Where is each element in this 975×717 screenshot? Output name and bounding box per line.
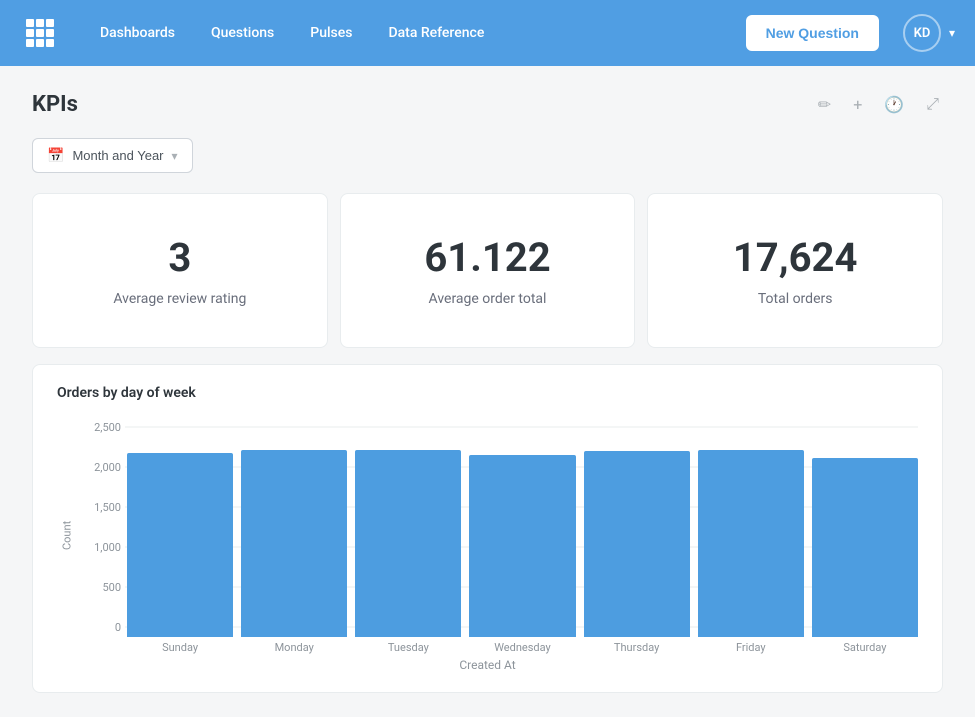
nav-data-reference[interactable]: Data Reference bbox=[372, 17, 500, 49]
logo[interactable] bbox=[20, 13, 60, 53]
kpi-card-order-total: 61.122 Average order total bbox=[340, 193, 636, 348]
user-menu-chevron[interactable]: ▾ bbox=[949, 26, 955, 40]
user-avatar[interactable]: KD bbox=[903, 14, 941, 52]
add-icon[interactable]: + bbox=[849, 91, 866, 118]
bar-sunday[interactable] bbox=[127, 453, 233, 637]
new-question-button[interactable]: New Question bbox=[746, 15, 879, 51]
bar-friday[interactable] bbox=[698, 450, 804, 637]
kpi-label-review: Average review rating bbox=[57, 291, 303, 307]
kpi-value-review: 3 bbox=[57, 234, 303, 281]
day-labels: Sunday Monday Tuesday Wednesday Thursday Frid… bbox=[85, 641, 918, 654]
filter-chevron-icon: ▾ bbox=[172, 149, 178, 163]
kpi-card-total-orders: 17,624 Total orders bbox=[647, 193, 943, 348]
nav-questions[interactable]: Questions bbox=[195, 17, 290, 49]
day-label-friday: Friday bbox=[698, 641, 804, 654]
bar-monday[interactable] bbox=[241, 450, 347, 637]
calendar-icon: 📅 bbox=[47, 147, 64, 164]
kpi-value-total-orders: 17,624 bbox=[672, 234, 918, 281]
bar-thursday[interactable] bbox=[584, 451, 690, 637]
bar-wednesday[interactable] bbox=[469, 455, 575, 637]
kpi-label-total-orders: Total orders bbox=[672, 291, 918, 307]
logo-grid bbox=[26, 19, 54, 47]
day-label-saturday: Saturday bbox=[812, 641, 918, 654]
nav-dashboards[interactable]: Dashboards bbox=[84, 17, 191, 49]
chart-title: Orders by day of week bbox=[57, 385, 918, 401]
nav-pulses[interactable]: Pulses bbox=[294, 17, 368, 49]
bar-tuesday[interactable] bbox=[355, 450, 461, 637]
day-label-monday: Monday bbox=[241, 641, 347, 654]
header-right: New Question KD ▾ bbox=[746, 14, 955, 52]
dashboard-title: KPIs bbox=[32, 92, 78, 117]
nav-links: Dashboards Questions Pulses Data Referen… bbox=[84, 17, 746, 49]
chart-card: Orders by day of week Count 2,50 bbox=[32, 364, 943, 693]
kpi-card-review: 3 Average review rating bbox=[32, 193, 328, 348]
kpi-value-order-total: 61.122 bbox=[365, 234, 611, 281]
month-year-filter[interactable]: 📅 Month and Year ▾ bbox=[32, 138, 193, 173]
day-label-wednesday: Wednesday bbox=[469, 641, 575, 654]
kpi-label-order-total: Average order total bbox=[365, 291, 611, 307]
day-label-sunday: Sunday bbox=[127, 641, 233, 654]
dashboard-actions: ✏ + 🕐 ⤢ bbox=[814, 90, 943, 118]
header: Dashboards Questions Pulses Data Referen… bbox=[0, 0, 975, 66]
edit-icon[interactable]: ✏ bbox=[814, 91, 835, 118]
y-axis-label: Count bbox=[57, 417, 77, 654]
x-axis-label: Created At bbox=[57, 658, 918, 672]
day-label-tuesday: Tuesday bbox=[355, 641, 461, 654]
history-icon[interactable]: 🕐 bbox=[880, 91, 908, 118]
bar-chart bbox=[85, 427, 918, 637]
filter-label: Month and Year bbox=[72, 148, 163, 163]
day-label-thursday: Thursday bbox=[584, 641, 690, 654]
fullscreen-icon[interactable]: ⤢ bbox=[922, 90, 943, 118]
filter-bar: 📅 Month and Year ▾ bbox=[32, 138, 943, 173]
main-content: KPIs ✏ + 🕐 ⤢ 📅 Month and Year ▾ 3 Averag… bbox=[0, 66, 975, 717]
kpi-cards: 3 Average review rating 61.122 Average o… bbox=[32, 193, 943, 348]
bar-saturday[interactable] bbox=[812, 458, 918, 637]
dashboard-header: KPIs ✏ + 🕐 ⤢ bbox=[32, 90, 943, 118]
